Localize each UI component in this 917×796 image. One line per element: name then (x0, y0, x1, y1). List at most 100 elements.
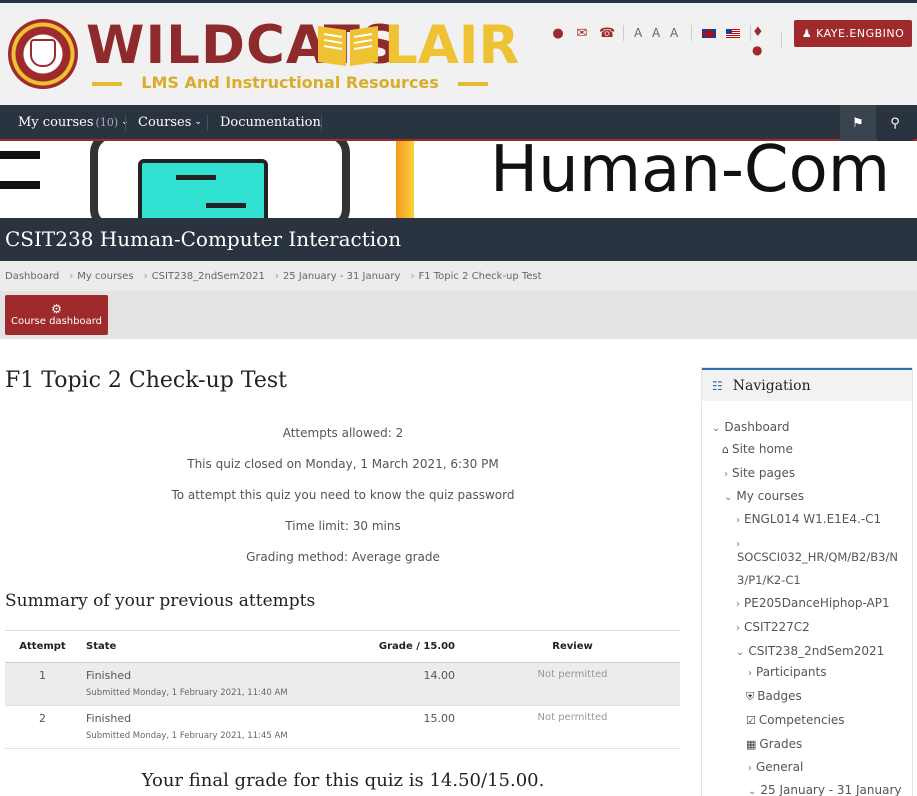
nav-tree-label: My courses (736, 489, 805, 503)
nav-tree-label: Site pages (732, 466, 796, 480)
nav-tree-label: ENGL014 W1.E1E4.-C1 (744, 512, 882, 526)
breadcrumb-my-courses[interactable]: My courses (77, 271, 133, 282)
breadcrumb-separator-icon: › (143, 270, 148, 282)
divider (781, 31, 782, 49)
quiz-info-line: To attempt this quiz you need to know th… (171, 488, 515, 502)
chat-icon[interactable]: ● (752, 43, 762, 57)
chevron-right-icon: › (736, 623, 740, 634)
attempt-review: Not permitted (465, 662, 680, 706)
divider (691, 25, 693, 41)
chevron-down-icon: ⌄ (712, 423, 721, 434)
envelope-icon[interactable]: ✉ (575, 26, 589, 41)
chevron-right-icon: › (736, 539, 740, 550)
header-contact-icons: ● ✉ ☎ A A A (551, 25, 752, 41)
navigation-title: Navigation (732, 377, 811, 394)
nav-tree-grades[interactable]: ▦ Grades (746, 737, 802, 751)
gears-icon: ⚙ (51, 302, 62, 316)
quiz-info-line: Time limit: 30 mins (285, 519, 401, 533)
column-header: Review (465, 630, 680, 663)
nav-tree-course-label[interactable]: 3/P1/K2-C1 (737, 573, 801, 587)
breadcrumb-separator-icon: › (274, 270, 279, 282)
attempt-state-cell: Finished Submitted Monday, 1 February 20… (80, 705, 350, 749)
chevron-down-icon: ⌄ (194, 117, 202, 127)
attempts-table: Attempt State Grade / 15.00 Review 1 Fin… (5, 630, 680, 749)
us-flag-icon[interactable] (726, 28, 741, 38)
chevron-right-icon: › (748, 668, 752, 679)
attempt-grade: 15.00 (350, 705, 465, 749)
breadcrumb-course[interactable]: CSIT238_2ndSem2021 (152, 271, 265, 282)
table-row: 1 Finished Submitted Monday, 1 February … (5, 662, 680, 706)
chevron-down-icon: ⌄ (736, 647, 745, 658)
nav-tree-section[interactable]: ⌄ 25 January - 31 January (748, 783, 902, 796)
quiz-title: F1 Topic 2 Check-up Test (5, 368, 287, 393)
user-menu-button[interactable]: ♟ KAYE.ENGBINO (794, 20, 912, 47)
attempt-number: 2 (5, 705, 80, 749)
breadcrumb-section[interactable]: 25 January - 31 January (283, 271, 401, 282)
font-size-toggle[interactable]: A A A (634, 26, 681, 40)
bookmark-icon[interactable]: ⚑ (840, 105, 876, 141)
logo-lair-text[interactable]: LAIR (384, 16, 519, 76)
chevron-right-icon: › (724, 469, 728, 480)
chevron-right-icon: › (736, 515, 740, 526)
nav-tree-current-course[interactable]: ⌄ CSIT238_2ndSem2021 (736, 644, 884, 658)
nav-tree-label: Dashboard (724, 420, 790, 434)
attempt-state-cell: Finished Submitted Monday, 1 February 20… (80, 662, 350, 706)
logo-subtitle: LMS And Instructional Resources (92, 73, 488, 92)
nav-tree-label: Competencies (758, 713, 845, 727)
uk-flag-icon[interactable] (702, 28, 717, 38)
nav-tree-general[interactable]: › General (748, 760, 803, 774)
attempt-grade: 14.00 (350, 662, 465, 706)
nav-courses[interactable]: Courses ⌄ (138, 105, 202, 139)
chevron-right-icon: › (736, 599, 740, 610)
nav-tree-course[interactable]: › PE205DanceHiphop-AP1 (736, 596, 890, 610)
course-dashboard-button[interactable]: ⚙ Course dashboard (5, 295, 108, 335)
nav-tree-label: Grades (759, 737, 803, 751)
quiz-info-line: Attempts allowed: 2 (282, 426, 404, 440)
shield-icon: ⛨ (746, 690, 755, 703)
nav-documentation[interactable]: Documentation (220, 105, 321, 139)
site-header: WILDCATS LAIR LMS And Instructional Reso… (0, 3, 917, 105)
nav-tree-label: PE205DanceHiphop-AP1 (744, 596, 890, 610)
bell-icon[interactable]: ♦ (752, 25, 764, 40)
banner-text: Human-Com (490, 141, 891, 207)
nav-tree-badges[interactable]: ⛨ Badges (746, 689, 802, 704)
nav-my-courses[interactable]: My courses (10) ⌄ (18, 105, 129, 139)
nav-tree-site-home[interactable]: ⌂ Site home (722, 442, 793, 456)
nav-tree-participants[interactable]: › Participants (748, 665, 827, 679)
course-dashboard-label: Course dashboard (11, 316, 102, 327)
university-seal-logo[interactable] (8, 19, 78, 89)
nav-tree-label: CSIT227C2 (744, 620, 810, 634)
nav-tree-competencies[interactable]: ☑ Competencies (746, 713, 845, 727)
breadcrumb-separator-icon: › (410, 270, 415, 282)
navigation-block-header[interactable]: ☷ Navigation (702, 370, 912, 401)
phone-icon[interactable]: ☎ (599, 26, 615, 41)
nav-tree-dashboard[interactable]: ⌄ Dashboard (712, 420, 790, 434)
nav-tree-course[interactable]: › ENGL014 W1.E1E4.-C1 (736, 512, 881, 526)
breadcrumb-quiz[interactable]: F1 Topic 2 Check-up Test (418, 271, 541, 282)
nav-documentation-label: Documentation (220, 114, 321, 130)
nav-tree-course[interactable]: › (736, 536, 744, 550)
nav-tree-my-courses[interactable]: ⌄ My courses (724, 489, 804, 503)
search-icon[interactable]: ⚲ (877, 105, 913, 141)
table-header-row: Attempt State Grade / 15.00 Review (5, 630, 680, 663)
map-marker-icon[interactable]: ● (551, 26, 565, 41)
nav-courses-label: Courses (138, 114, 192, 130)
breadcrumb-separator-icon: › (69, 270, 74, 282)
course-dashboard-bar: ⚙ Course dashboard (0, 291, 917, 339)
user-icon: ♟ (801, 27, 813, 40)
table-row: 2 Finished Submitted Monday, 1 February … (5, 705, 680, 749)
breadcrumb-dashboard[interactable]: Dashboard (5, 271, 59, 282)
attempt-state: Finished (86, 669, 132, 682)
nav-tree-course[interactable]: › CSIT227C2 (736, 620, 810, 634)
chevron-down-icon: ⌄ (748, 786, 757, 796)
book-logo-icon (318, 26, 378, 66)
nav-tree-course-label[interactable]: SOCSCI032_HR/QM/B2/B3/N (737, 550, 898, 564)
nav-tree-site-pages[interactable]: › Site pages (724, 466, 795, 480)
attempt-review: Not permitted (465, 705, 680, 749)
main-content: F1 Topic 2 Check-up Test Attempts allowe… (5, 355, 681, 791)
nav-divider (207, 115, 208, 131)
chevron-right-icon: › (748, 763, 752, 774)
course-banner-image: Human-Com (0, 141, 917, 218)
nav-tree-label: CSIT238_2ndSem2021 (748, 644, 885, 658)
breadcrumb: Dashboard › My courses › CSIT238_2ndSem2… (0, 261, 917, 291)
